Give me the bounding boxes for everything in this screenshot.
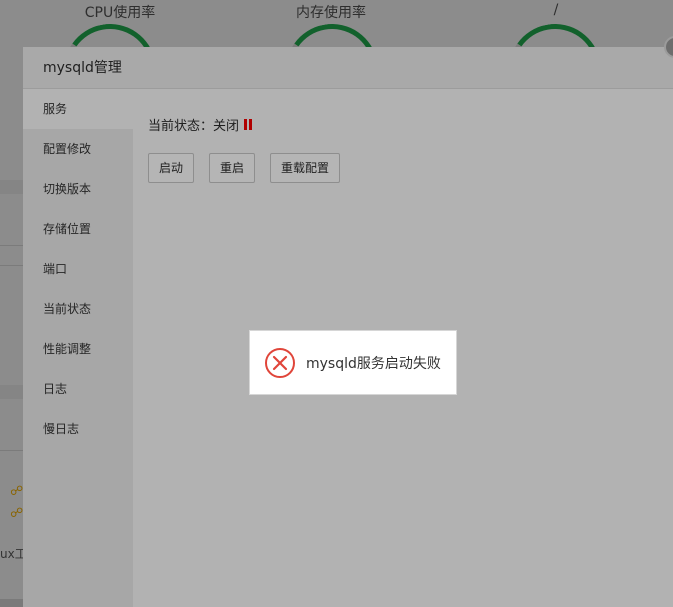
sidebar-item-config-edit[interactable]: 配置修改 bbox=[23, 129, 133, 169]
sidebar-item-port[interactable]: 端口 bbox=[23, 249, 133, 289]
sidebar-item-slow-log[interactable]: 慢日志 bbox=[23, 409, 133, 449]
dialog-title: mysqld管理 bbox=[23, 47, 673, 89]
error-circle-x-icon bbox=[265, 347, 295, 378]
disk-usage-label: / bbox=[553, 2, 559, 18]
reload-config-button[interactable]: 重载配置 bbox=[270, 153, 341, 183]
link-icon: ☍ bbox=[10, 506, 24, 521]
status-label: 当前状态：关闭 bbox=[148, 119, 240, 134]
sidebar-item-switch-version[interactable]: 切换版本 bbox=[23, 169, 133, 209]
link-icon: ☍ bbox=[10, 484, 24, 499]
sidebar-item-performance-tuning[interactable]: 性能调整 bbox=[23, 329, 133, 369]
sidebar-item-service[interactable]: 服务 bbox=[23, 89, 133, 129]
error-toast: mysqld服务启动失败 bbox=[249, 330, 457, 395]
dialog-sidebar: 服务 配置修改 切换版本 存储位置 端口 当前状态 性能调整 日志 慢日志 bbox=[23, 89, 133, 607]
toast-message: mysqld服务启动失败 bbox=[306, 355, 441, 372]
sidebar-item-storage-location[interactable]: 存储位置 bbox=[23, 209, 133, 249]
start-button[interactable]: 启动 bbox=[148, 153, 195, 183]
sidebar-item-log[interactable]: 日志 bbox=[23, 369, 133, 409]
cpu-usage-label: CPU使用率 bbox=[84, 5, 156, 21]
mysqld-manager-dialog: mysqld管理 服务 配置修改 切换版本 存储位置 端口 当前状态 性能调整 … bbox=[23, 47, 673, 607]
service-status: 当前状态：关闭 bbox=[148, 115, 253, 134]
restart-button[interactable]: 重启 bbox=[209, 153, 256, 183]
sidebar-item-current-status[interactable]: 当前状态 bbox=[23, 289, 133, 329]
memory-usage-label: 内存使用率 bbox=[296, 5, 366, 21]
pause-icon bbox=[244, 119, 253, 130]
